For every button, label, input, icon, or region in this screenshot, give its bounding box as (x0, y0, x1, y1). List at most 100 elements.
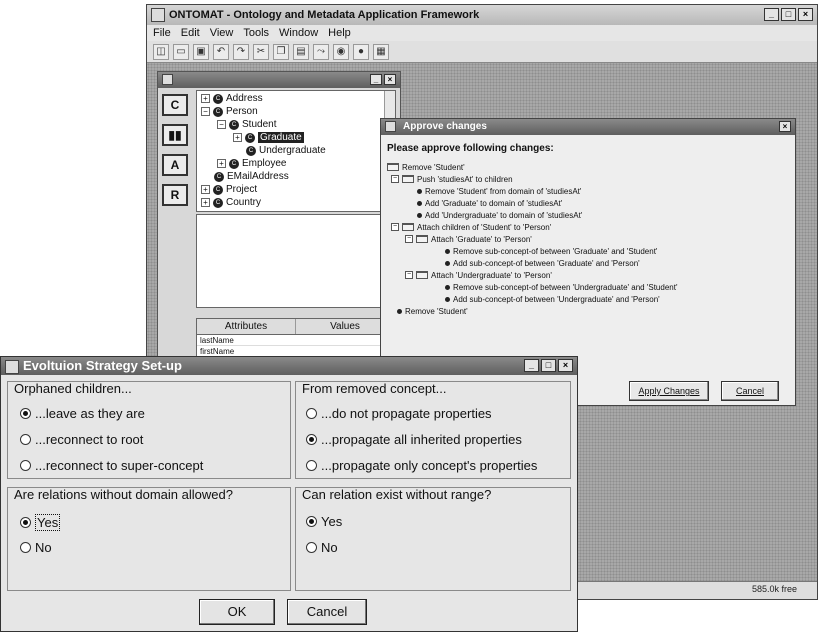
evolution-minimize-button[interactable]: _ (524, 359, 539, 372)
change-item[interactable]: Remove 'Student' (397, 305, 468, 317)
close-button[interactable]: × (798, 8, 813, 21)
undo-icon[interactable]: ↶ (213, 43, 229, 60)
concept-view-icon[interactable]: C (162, 94, 188, 116)
menu-help[interactable]: Help (328, 25, 351, 41)
tree-node-graduate[interactable]: + C Graduate (233, 131, 304, 144)
concept-icon[interactable]: ◉ (333, 43, 349, 60)
collapse-icon[interactable]: − (405, 271, 413, 279)
tree-node-address[interactable]: + C Address (201, 92, 263, 105)
concept-icon: C (214, 171, 224, 182)
expand-icon[interactable]: + (217, 159, 226, 168)
concept-icon: C (213, 93, 223, 104)
paste-icon[interactable]: ▤ (293, 43, 309, 60)
evolution-close-button[interactable]: × (558, 359, 573, 372)
approve-cancel-button[interactable]: Cancel (721, 381, 779, 401)
change-item[interactable]: − Attach 'Undergraduate' to 'Person' (405, 269, 552, 281)
concept-icon: C (213, 106, 223, 117)
connect-icon[interactable]: ⤳ (313, 43, 329, 60)
approve-close-button[interactable]: × (779, 121, 791, 132)
tree-node-emailaddress[interactable]: C EMailAddress (214, 170, 289, 183)
maximize-button[interactable]: □ (781, 8, 796, 21)
expand-icon[interactable]: + (201, 198, 210, 207)
menu-view[interactable]: View (210, 25, 234, 41)
change-item[interactable]: Add sub-concept-of between 'Undergraduat… (445, 293, 660, 305)
change-item[interactable]: − Attach 'Graduate' to 'Person' (405, 233, 532, 245)
menu-edit[interactable]: Edit (181, 25, 200, 41)
removed-option-propagate-inherited[interactable]: ...propagate all inherited properties (306, 432, 522, 447)
radio-button[interactable] (306, 434, 317, 445)
explorer-minimize-button[interactable]: _ (370, 74, 382, 85)
change-item[interactable]: − Attach children of 'Student' to 'Perso… (391, 221, 551, 233)
collapse-icon[interactable]: − (201, 107, 210, 116)
image-icon[interactable]: ▦ (373, 43, 389, 60)
removed-option-no-propagate[interactable]: ...do not propagate properties (306, 406, 492, 421)
attribute-view-icon[interactable]: A (162, 154, 188, 176)
table-row[interactable]: lastName (197, 335, 395, 346)
orphaned-option-super-concept[interactable]: ...reconnect to super-concept (20, 458, 203, 473)
menu-window[interactable]: Window (279, 25, 318, 41)
radio-button[interactable] (306, 542, 317, 553)
range-option-no[interactable]: No (306, 540, 338, 555)
radio-button[interactable] (306, 460, 317, 471)
evolution-maximize-button[interactable]: □ (541, 359, 556, 372)
radio-button[interactable] (20, 542, 31, 553)
expand-icon[interactable]: + (233, 133, 242, 142)
collapse-icon[interactable]: − (405, 235, 413, 243)
range-option-yes[interactable]: Yes (306, 514, 342, 529)
evolution-dialog-title: Evoltuion Strategy Set-up (23, 358, 182, 373)
memory-status: 585.0k free (751, 584, 797, 594)
change-item[interactable]: Add 'Undergraduate' to domain of 'studie… (417, 209, 582, 221)
rule-view-icon[interactable]: R (162, 184, 188, 206)
attributes-column-header[interactable]: Attributes (197, 319, 296, 334)
change-item[interactable]: Remove sub-concept-of between 'Undergrad… (445, 281, 677, 293)
menu-bar: File Edit View Tools Window Help (147, 25, 817, 41)
radio-button[interactable] (20, 434, 31, 445)
collapse-icon[interactable]: − (217, 120, 226, 129)
change-item[interactable]: Remove 'Student' (387, 161, 465, 173)
main-window-controls: _ □ × (764, 8, 813, 21)
expand-icon[interactable]: + (201, 94, 210, 103)
change-item[interactable]: Remove 'Student' from domain of 'studies… (417, 185, 581, 197)
removed-option-propagate-own[interactable]: ...propagate only concept's properties (306, 458, 537, 473)
radio-button[interactable] (306, 516, 317, 527)
orphaned-option-leave[interactable]: ...leave as they are (20, 406, 145, 421)
cancel-button[interactable]: Cancel (287, 599, 367, 625)
tree-node-undergraduate[interactable]: C Undergraduate (246, 144, 326, 157)
collapse-icon[interactable]: − (391, 175, 399, 183)
collapse-icon[interactable]: − (391, 223, 399, 231)
open-file-icon[interactable]: ▭ (173, 43, 189, 60)
minimize-button[interactable]: _ (764, 8, 779, 21)
copy-icon[interactable]: ❐ (273, 43, 289, 60)
change-item[interactable]: Remove sub-concept-of between 'Graduate'… (445, 245, 657, 257)
orphaned-option-root[interactable]: ...reconnect to root (20, 432, 143, 447)
attributes-table-header: Attributes Values (197, 319, 395, 335)
menu-file[interactable]: File (153, 25, 171, 41)
tree-node-project[interactable]: + C Project (201, 183, 257, 196)
ok-button[interactable]: OK (199, 599, 275, 625)
menu-tools[interactable]: Tools (243, 25, 269, 41)
radio-button[interactable] (20, 408, 31, 419)
tree-node-person[interactable]: − C Person (201, 105, 258, 118)
change-item[interactable]: Add sub-concept-of between 'Graduate' an… (445, 257, 640, 269)
radio-button[interactable] (20, 517, 31, 528)
redo-icon[interactable]: ↷ (233, 43, 249, 60)
relation-view-icon[interactable]: ▮▮ (162, 124, 188, 146)
change-item[interactable]: Add 'Graduate' to domain of 'studiesAt' (417, 197, 562, 209)
expand-icon[interactable]: + (201, 185, 210, 194)
radio-button[interactable] (20, 460, 31, 471)
save-icon[interactable]: ▣ (193, 43, 209, 60)
explorer-close-button[interactable]: × (384, 74, 396, 85)
tree-node-country[interactable]: + C Country (201, 196, 261, 209)
cut-icon[interactable]: ✂ (253, 43, 269, 60)
domain-option-no[interactable]: No (20, 540, 52, 555)
tree-node-employee[interactable]: + C Employee (217, 157, 286, 170)
change-item[interactable]: − Push 'studiesAt' to children (391, 173, 513, 185)
group-title: From removed concept... (302, 381, 447, 396)
domain-option-yes[interactable]: Yes (20, 514, 61, 531)
radio-button[interactable] (306, 408, 317, 419)
apply-changes-button[interactable]: Apply Changes (629, 381, 709, 401)
relations-domain-group: Are relations without domain allowed? Ye… (7, 487, 291, 591)
tree-node-student[interactable]: − C Student (217, 118, 276, 131)
new-file-icon[interactable]: ◫ (153, 43, 169, 60)
instance-icon[interactable]: ● (353, 43, 369, 60)
